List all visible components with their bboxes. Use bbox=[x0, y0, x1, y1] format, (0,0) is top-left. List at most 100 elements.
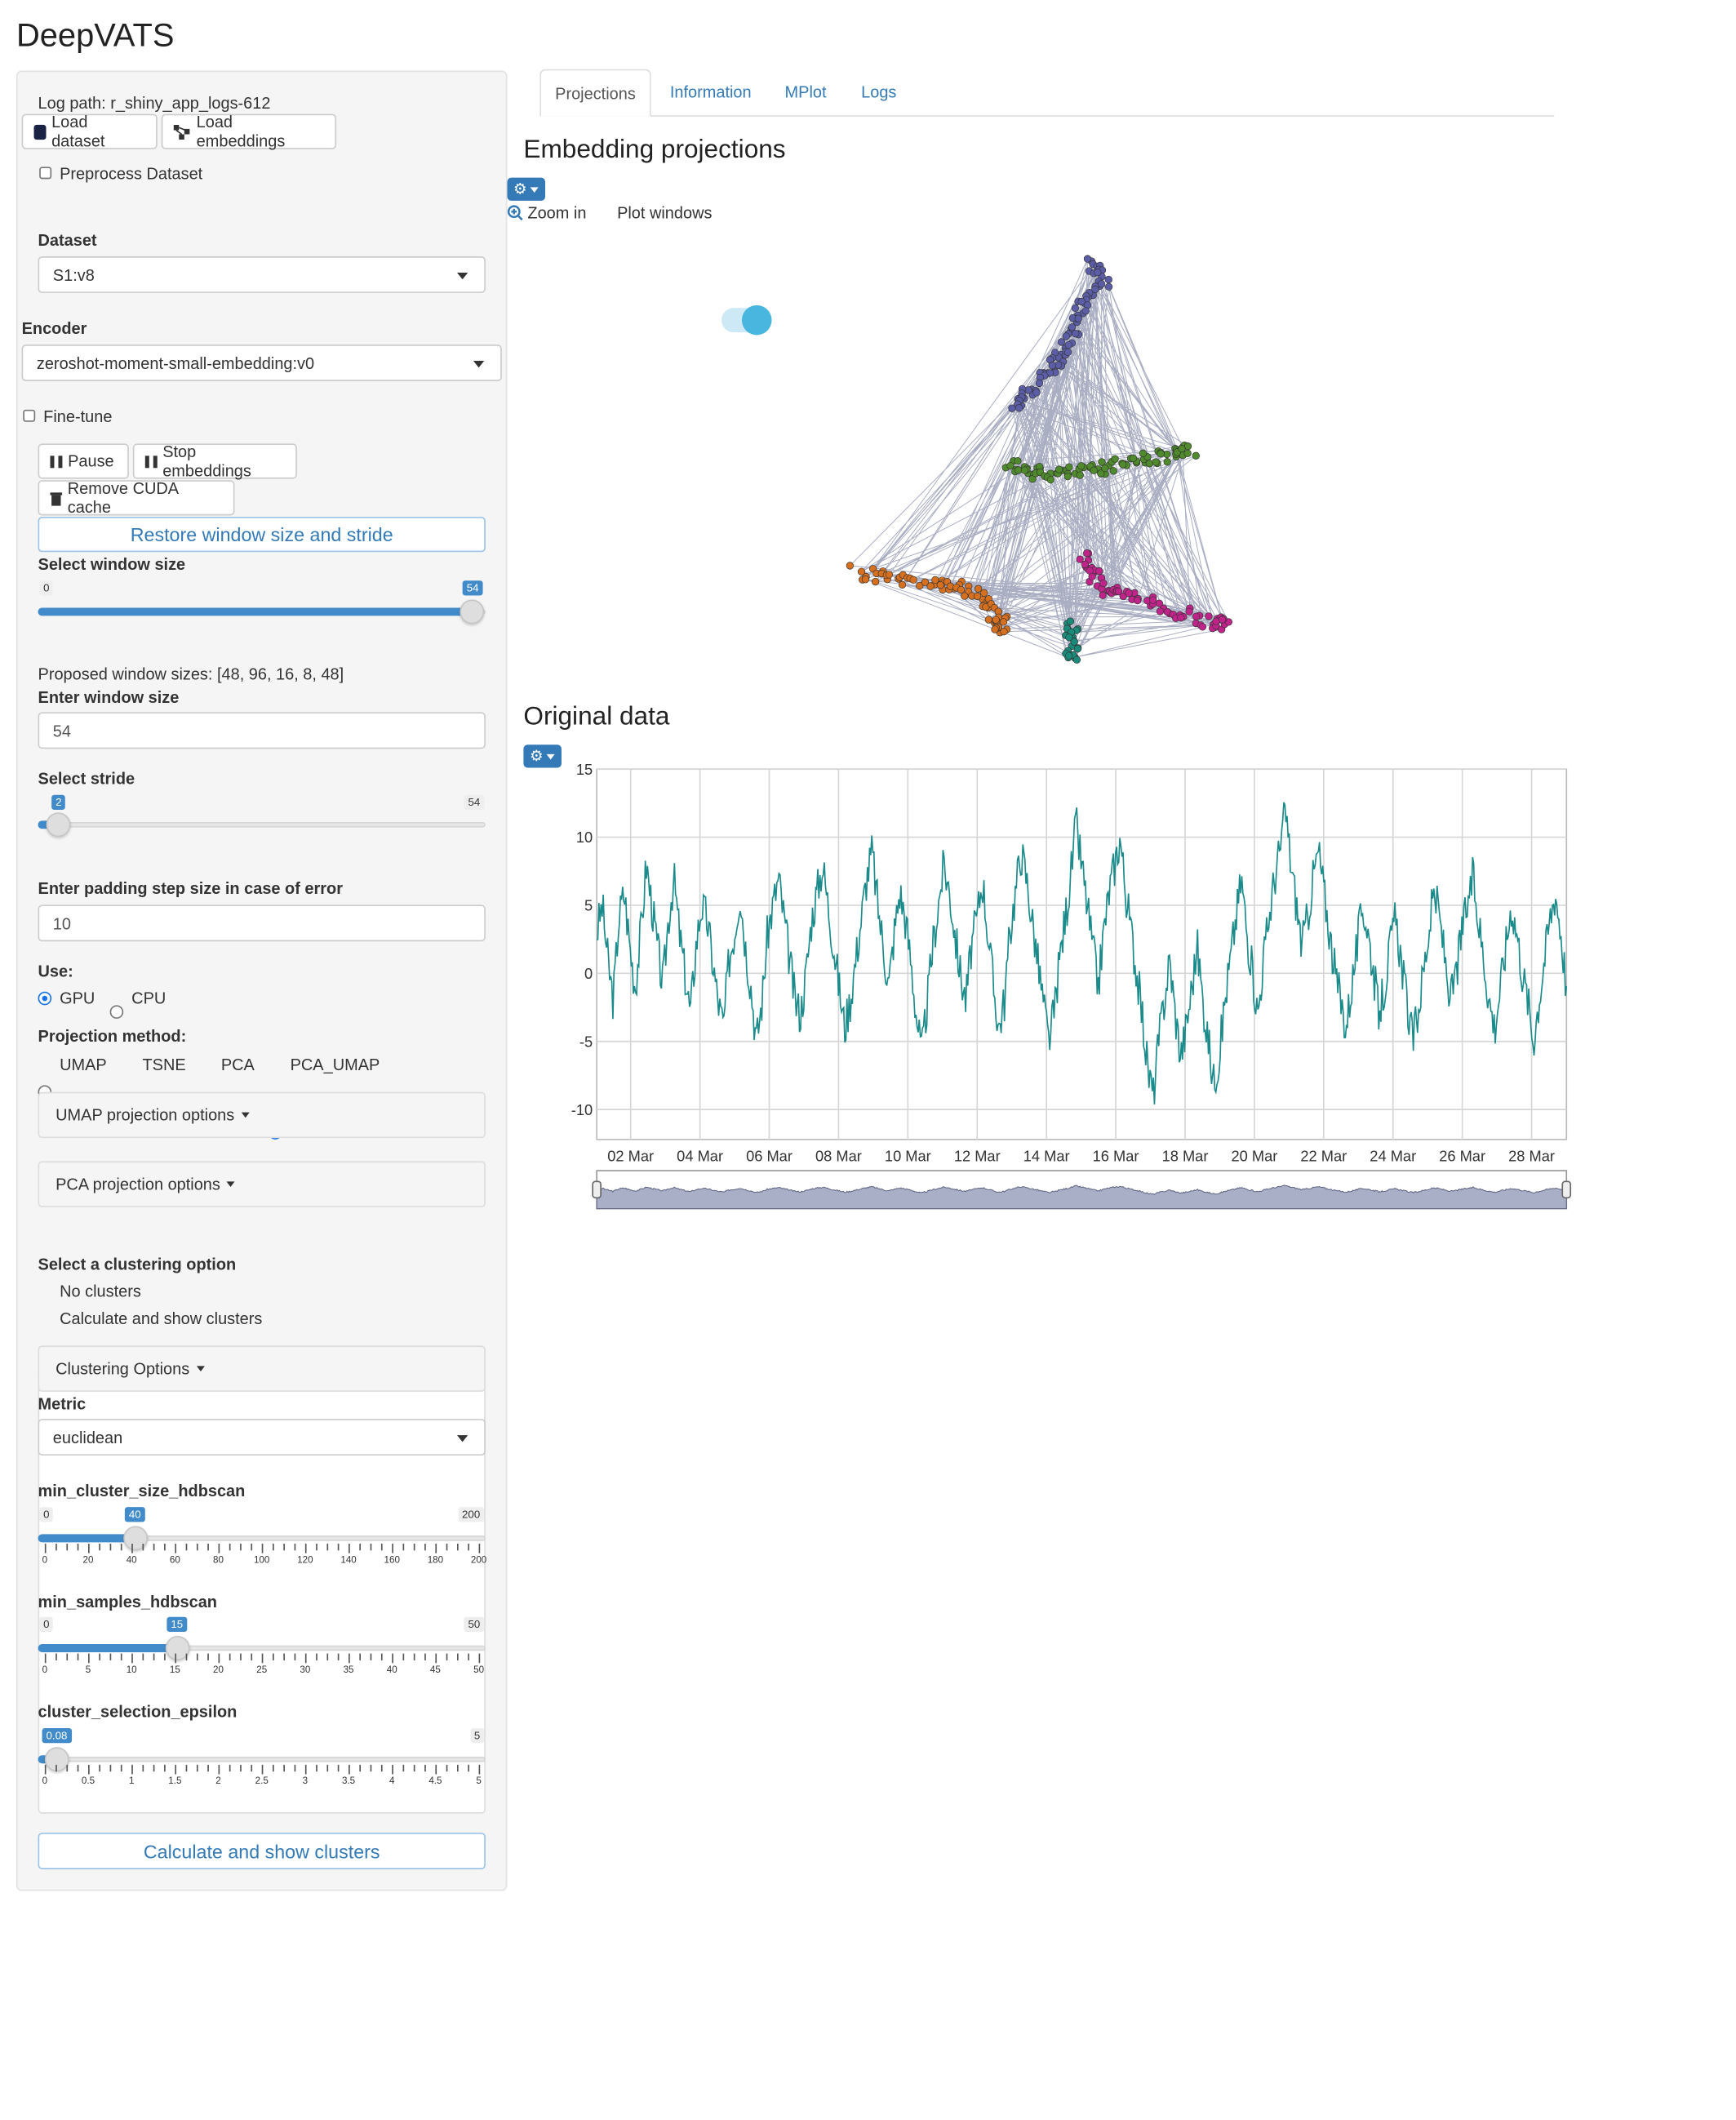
log-path: Log path: r_shiny_app_logs-612 bbox=[38, 93, 271, 113]
padding-input[interactable]: 10 bbox=[38, 904, 486, 942]
slider-tick bbox=[218, 1653, 220, 1664]
slider-tick bbox=[424, 1764, 426, 1772]
slider-tick bbox=[229, 1764, 231, 1772]
scatter-point bbox=[1134, 596, 1142, 605]
slider-tick-label: 0 bbox=[42, 1555, 48, 1566]
scatter-point bbox=[1066, 617, 1075, 625]
encoder-label: Encoder bbox=[21, 318, 87, 338]
radio-tsne-label: TSNE bbox=[142, 1055, 186, 1075]
epsilon-slider[interactable]: 0.08 5 0 0.5 1 1.5 2 2.5 3 3.5 4 4.5 5 bbox=[38, 1727, 486, 1794]
chevron-down-icon bbox=[456, 1434, 468, 1442]
preprocess-checkbox[interactable] bbox=[39, 167, 52, 180]
slider-tick bbox=[55, 1653, 57, 1660]
slider-min: 0 bbox=[39, 1507, 54, 1522]
radio-gpu[interactable] bbox=[38, 991, 52, 1006]
slider-tick bbox=[185, 1544, 188, 1551]
slider-tick bbox=[44, 1544, 47, 1553]
encoder-select[interactable]: zeroshot-moment-small-embedding:v0 bbox=[21, 344, 502, 381]
slider-value: 54 bbox=[462, 580, 483, 596]
dataset-select[interactable]: S1:v8 bbox=[38, 256, 486, 293]
radio-pca-umap-label: PCA_UMAP bbox=[290, 1055, 380, 1075]
tab-logs[interactable]: Logs bbox=[846, 69, 912, 115]
slider-max: 50 bbox=[464, 1616, 485, 1633]
gear-icon: ⚙ bbox=[529, 749, 544, 766]
slider-handle[interactable] bbox=[46, 812, 71, 838]
stop-embeddings-button[interactable]: Stop embeddings bbox=[132, 442, 297, 480]
remove-cuda-button[interactable]: Remove CUDA cache bbox=[38, 479, 235, 517]
y-tick-label: 15 bbox=[576, 761, 593, 778]
original-data-chart[interactable]: 15 10 5 0 -5 -10 02 Mar 04 Mar 06 Mar 08 Mar 10 Ma… bbox=[556, 760, 1587, 1221]
slider-handle[interactable] bbox=[123, 1526, 149, 1551]
scatter-point bbox=[936, 581, 944, 589]
embedding-scatter-plot[interactable] bbox=[814, 244, 1261, 678]
slider-tick bbox=[88, 1544, 90, 1553]
y-tick-label: 5 bbox=[584, 897, 593, 914]
trash-icon bbox=[50, 491, 63, 505]
scatter-point bbox=[898, 580, 907, 589]
load-embeddings-button[interactable]: Load embeddings bbox=[161, 113, 337, 150]
x-tick-label: 04 Mar bbox=[677, 1147, 723, 1164]
slider-tick bbox=[99, 1764, 100, 1772]
min-cluster-slider[interactable]: 0 40 200 0 20 40 60 80 100 120 140 160 180 200 bbox=[38, 1505, 486, 1573]
slider-handle[interactable] bbox=[460, 599, 485, 624]
plot-windows-label: Plot windows bbox=[617, 203, 713, 223]
zoom-in-control[interactable]: Zoom in bbox=[507, 203, 586, 223]
slider-tick bbox=[77, 1764, 79, 1772]
scatter-point bbox=[1071, 304, 1080, 313]
x-tick-label: 10 Mar bbox=[885, 1147, 931, 1164]
scatter-point bbox=[1024, 386, 1032, 394]
slider-tick bbox=[120, 1653, 122, 1660]
scatter-point bbox=[1032, 389, 1041, 397]
scatter-point bbox=[1109, 467, 1117, 475]
slider-tick bbox=[185, 1653, 188, 1660]
scatter-point bbox=[1077, 297, 1086, 306]
clustering-options-panel[interactable]: Clustering Options bbox=[38, 1345, 486, 1392]
slider-tick bbox=[261, 1764, 264, 1775]
embedding-settings-button[interactable]: ⚙ bbox=[507, 177, 546, 201]
tab-information[interactable]: Information bbox=[656, 69, 765, 115]
slider-tick bbox=[196, 1653, 198, 1660]
load-dataset-button[interactable]: Load dataset bbox=[21, 113, 158, 150]
use-label: Use: bbox=[38, 962, 73, 981]
zoom-in-icon bbox=[507, 205, 523, 221]
slider-tick bbox=[392, 1764, 393, 1775]
slider-tick bbox=[468, 1653, 469, 1660]
restore-window-button[interactable]: Restore window size and stride bbox=[38, 517, 486, 553]
stride-slider[interactable]: 2 54 bbox=[38, 793, 486, 839]
slider-tick bbox=[326, 1764, 329, 1772]
slider-tick bbox=[175, 1764, 177, 1775]
slider-tick bbox=[370, 1544, 372, 1551]
pca-options-panel[interactable]: PCA projection options bbox=[38, 1161, 486, 1207]
min-samples-slider[interactable]: 0 15 50 0 5 10 15 20 25 30 35 40 45 50 bbox=[38, 1616, 486, 1683]
scatter-point bbox=[1072, 656, 1081, 664]
y-tick-label: 0 bbox=[584, 965, 593, 982]
plot-windows-toggle[interactable] bbox=[721, 304, 772, 336]
plot-area bbox=[596, 768, 1568, 1140]
finetune-checkbox[interactable] bbox=[23, 409, 36, 422]
window-size-slider[interactable]: 0 54 bbox=[38, 578, 486, 627]
pause-icon bbox=[50, 455, 63, 468]
slider-tick bbox=[478, 1653, 481, 1664]
y-tick-label: -10 bbox=[571, 1101, 593, 1118]
slider-tick bbox=[370, 1653, 372, 1660]
window-size-input[interactable]: 54 bbox=[38, 712, 486, 749]
slider-tick bbox=[304, 1764, 307, 1775]
x-tick-label: 24 Mar bbox=[1370, 1147, 1416, 1164]
slider-tick bbox=[326, 1653, 329, 1660]
slider-tick bbox=[240, 1544, 242, 1551]
slider-tick bbox=[185, 1764, 188, 1772]
tab-projections[interactable]: Projections bbox=[539, 69, 651, 117]
slider-fill bbox=[38, 1534, 136, 1543]
slider-tick bbox=[109, 1653, 112, 1660]
metric-select[interactable]: euclidean bbox=[38, 1419, 486, 1456]
tab-mplot[interactable]: MPlot bbox=[770, 69, 841, 115]
slider-tick-label: 100 bbox=[253, 1555, 270, 1566]
slider-tick bbox=[164, 1653, 166, 1660]
radio-cpu-label: CPU bbox=[131, 989, 166, 1008]
radio-cpu[interactable] bbox=[109, 1005, 124, 1019]
x-tick-label: 12 Mar bbox=[954, 1147, 1001, 1164]
calculate-clusters-button[interactable]: Calculate and show clusters bbox=[38, 1832, 486, 1869]
umap-options-panel[interactable]: UMAP projection options bbox=[38, 1091, 486, 1139]
scatter-point bbox=[861, 576, 870, 584]
pause-button[interactable]: Pause bbox=[38, 443, 129, 479]
